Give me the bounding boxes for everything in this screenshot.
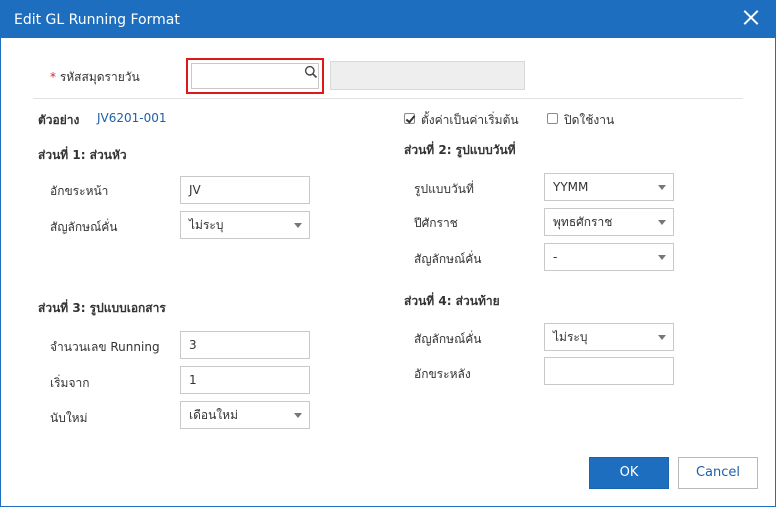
part1-heading: ส่วนที่ 1: ส่วนหัว — [38, 148, 127, 162]
dialog-title: Edit GL Running Format — [14, 12, 180, 28]
close-icon[interactable] — [740, 7, 762, 29]
divider — [33, 98, 743, 99]
search-icon[interactable] — [304, 65, 318, 79]
date-format-select[interactable]: YYMM — [544, 173, 674, 201]
chevron-down-icon — [658, 255, 666, 260]
cancel-button[interactable]: Cancel — [678, 457, 758, 489]
set-default-checkbox[interactable] — [404, 113, 415, 124]
start-label: เริ่มจาก — [50, 376, 90, 390]
part2-heading: ส่วนที่ 2: รูปแบบวันที่ — [404, 143, 516, 157]
part4-separator-select[interactable]: ไม่ระบุ — [544, 323, 674, 351]
journal-code-input[interactable] — [191, 63, 319, 89]
part1-separator-label: สัญลักษณ์คั่น — [50, 220, 118, 234]
part2-separator-value: - — [553, 250, 558, 264]
dialog-titlebar: Edit GL Running Format — [1, 1, 775, 38]
chevron-down-icon — [658, 220, 666, 225]
reset-value: เดือนใหม่ — [189, 408, 238, 422]
era-label: ปีศักราช — [414, 216, 458, 230]
example-value: JV6201-001 — [97, 111, 167, 125]
chevron-down-icon — [294, 223, 302, 228]
journal-code-highlight — [186, 58, 324, 94]
ok-button[interactable]: OK — [589, 457, 669, 489]
suffix-input[interactable] — [544, 357, 674, 385]
start-input[interactable]: 1 — [180, 366, 310, 394]
journal-name-field — [330, 61, 525, 90]
journal-code-label: รหัสสมุดรายวัน — [59, 70, 140, 84]
part4-separator-value: ไม่ระบุ — [553, 330, 588, 344]
part3-heading: ส่วนที่ 3: รูปแบบเอกสาร — [38, 301, 166, 315]
running-digits-label: จำนวนเลข Running — [50, 340, 160, 354]
journal-code-label-wrap: * รหัสสมุดรายวัน — [50, 68, 140, 87]
part1-separator-select[interactable]: ไม่ระบุ — [180, 211, 310, 239]
reset-label: นับใหม่ — [50, 411, 88, 425]
era-value: พุทธศักราช — [553, 215, 613, 229]
example-label: ตัวอย่าง — [38, 113, 80, 127]
part1-separator-value: ไม่ระบุ — [189, 218, 224, 232]
era-select[interactable]: พุทธศักราช — [544, 208, 674, 236]
chevron-down-icon — [294, 413, 302, 418]
suffix-label: อักขระหลัง — [414, 367, 471, 381]
date-format-value: YYMM — [553, 180, 589, 194]
disable-label: ปิดใช้งาน — [564, 113, 615, 127]
disable-checkbox[interactable] — [547, 113, 558, 124]
prefix-label: อักขระหน้า — [50, 184, 109, 198]
chevron-down-icon — [658, 335, 666, 340]
part4-separator-label: สัญลักษณ์คั่น — [414, 332, 482, 346]
part2-separator-label: สัญลักษณ์คั่น — [414, 252, 482, 266]
date-format-label: รูปแบบวันที่ — [414, 182, 474, 196]
running-digits-input[interactable]: 3 — [180, 331, 310, 359]
prefix-input[interactable]: JV — [180, 176, 310, 204]
reset-select[interactable]: เดือนใหม่ — [180, 401, 310, 429]
chevron-down-icon — [658, 185, 666, 190]
set-default-label: ตั้งค่าเป็นค่าเริ่มต้น — [421, 113, 519, 127]
required-mark: * — [50, 70, 56, 84]
part2-separator-select[interactable]: - — [544, 243, 674, 271]
part4-heading: ส่วนที่ 4: ส่วนท้าย — [404, 294, 500, 308]
edit-gl-running-format-dialog: Edit GL Running Format * รหัสสมุดรายวัน … — [0, 0, 776, 507]
